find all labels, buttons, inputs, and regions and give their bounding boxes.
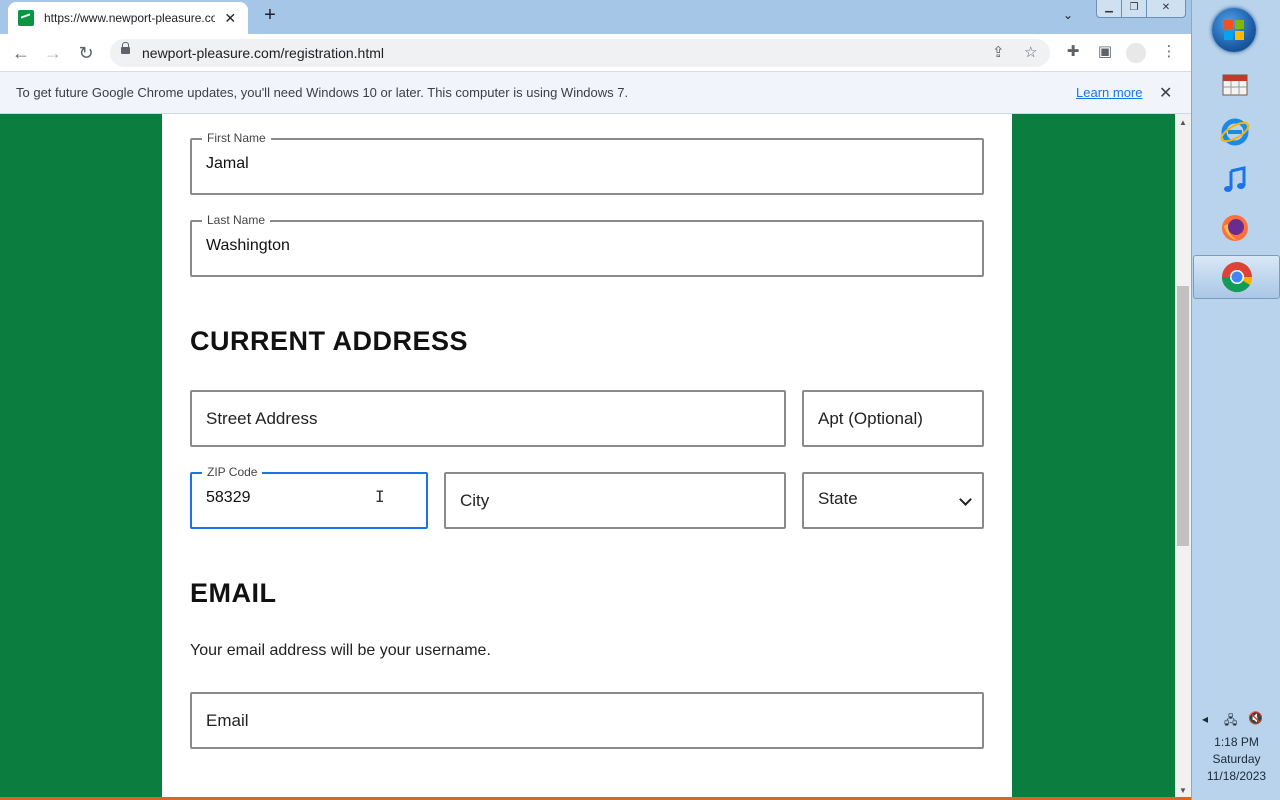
clock-day: Saturday (1212, 752, 1261, 766)
apt-placeholder: Apt (Optional) (818, 408, 923, 428)
chevron-down-icon (959, 493, 972, 506)
email-heading: EMAIL (190, 578, 277, 608)
email-placeholder: Email (206, 710, 249, 730)
calendar-app-icon[interactable] (1213, 64, 1257, 104)
new-tab-button[interactable]: + (259, 5, 281, 27)
start-button[interactable] (1212, 8, 1256, 52)
city-field[interactable]: City (444, 472, 786, 529)
lock-icon (121, 42, 130, 54)
state-select[interactable]: State (802, 472, 984, 529)
registration-form: First Name Jamal Last Name Washington CU… (162, 114, 1012, 800)
browser-toolbar: ← → ↻ newport-pleasure.com/registration.… (0, 34, 1191, 72)
infobar-message: To get future Google Chrome updates, you… (16, 85, 629, 100)
scroll-down-arrow-icon[interactable]: ▼ (1179, 786, 1187, 795)
tab-close-icon[interactable]: ✕ (223, 10, 239, 27)
email-helper-text: Your email address will be your username… (190, 642, 491, 659)
tab-strip: https://www.newport-pleasure.com/registr… (0, 0, 1191, 34)
restore-button[interactable]: ❐ (1121, 0, 1147, 18)
last-name-label: Last Name (202, 213, 271, 227)
first-name-label: First Name (202, 131, 271, 145)
share-icon[interactable]: ⇪ (992, 43, 1005, 61)
clock-time[interactable]: 1:18 PM (1192, 735, 1280, 749)
page-scrollbar[interactable]: ▲ ▼ (1175, 114, 1191, 800)
clock-date: 11/18/2023 (1206, 769, 1267, 783)
first-name-field[interactable]: First Name Jamal (190, 131, 984, 195)
windows-flag-icon (1224, 20, 1244, 40)
window-close-button[interactable]: ✕ (1146, 0, 1186, 18)
firefox-icon[interactable] (1213, 208, 1257, 248)
city-placeholder: City (460, 490, 490, 510)
minimize-button[interactable]: ▁ (1096, 0, 1122, 18)
zip-code-label: ZIP Code (202, 465, 263, 479)
tray-expand-arrow-icon[interactable]: ◂ (1202, 712, 1208, 726)
update-infobar: To get future Google Chrome updates, you… (0, 72, 1191, 114)
tab-search-chevron-icon[interactable]: ⌄ (1063, 8, 1073, 22)
chrome-icon[interactable] (1193, 255, 1280, 299)
state-selected-value: State (818, 488, 858, 508)
side-panel-icon[interactable]: ▣ (1094, 42, 1116, 64)
current-address-heading: CURRENT ADDRESS (190, 326, 469, 356)
last-name-value: Washington (206, 237, 290, 254)
address-bar[interactable]: newport-pleasure.com/registration.html ⇪… (110, 39, 1050, 67)
reload-icon[interactable]: ↻ (74, 41, 98, 65)
bookmark-star-icon[interactable]: ☆ (1024, 43, 1037, 61)
learn-more-link[interactable]: Learn more (1076, 85, 1142, 100)
street-address-placeholder: Street Address (206, 408, 318, 428)
zip-code-value: 58329 (206, 489, 251, 506)
site-favicon-icon (18, 10, 34, 26)
back-arrow-icon[interactable]: ← (9, 41, 33, 65)
email-field[interactable]: Email (190, 692, 984, 749)
infobar-close-icon[interactable]: ✕ (1159, 83, 1172, 103)
text-cursor-icon: I (375, 487, 385, 506)
browser-window: https://www.newport-pleasure.com/registr… (0, 0, 1191, 800)
itunes-icon[interactable] (1213, 160, 1257, 200)
menu-dots-icon[interactable]: ⋮ (1158, 42, 1180, 64)
tab-registration[interactable]: https://www.newport-pleasure.com/registr… (8, 2, 248, 34)
page-viewport: First Name Jamal Last Name Washington CU… (0, 114, 1175, 800)
internet-explorer-icon[interactable] (1213, 112, 1257, 152)
scroll-up-arrow-icon[interactable]: ▲ (1179, 118, 1187, 127)
url-text: newport-pleasure.com/registration.html (142, 45, 384, 61)
street-address-field[interactable]: Street Address (190, 390, 786, 447)
tab-title: https://www.newport-pleasure.com/registr… (44, 11, 215, 25)
scrollbar-thumb[interactable] (1177, 286, 1189, 546)
extensions-puzzle-icon[interactable]: ✚ (1062, 42, 1084, 64)
zip-code-field[interactable]: ZIP Code 58329 I (190, 465, 428, 529)
forward-arrow-icon[interactable]: → (41, 41, 65, 65)
volume-muted-icon[interactable]: 🔇 (1248, 711, 1263, 725)
network-icon[interactable]: 🖧 (1224, 711, 1237, 732)
apt-field[interactable]: Apt (Optional) (802, 390, 984, 447)
windows-taskbar: ◂ 🖧 🔇 1:18 PM Saturday 11/18/2023 (1191, 0, 1280, 800)
first-name-value: Jamal (206, 155, 249, 172)
profile-avatar-icon[interactable] (1126, 43, 1146, 63)
last-name-field[interactable]: Last Name Washington (190, 213, 984, 277)
